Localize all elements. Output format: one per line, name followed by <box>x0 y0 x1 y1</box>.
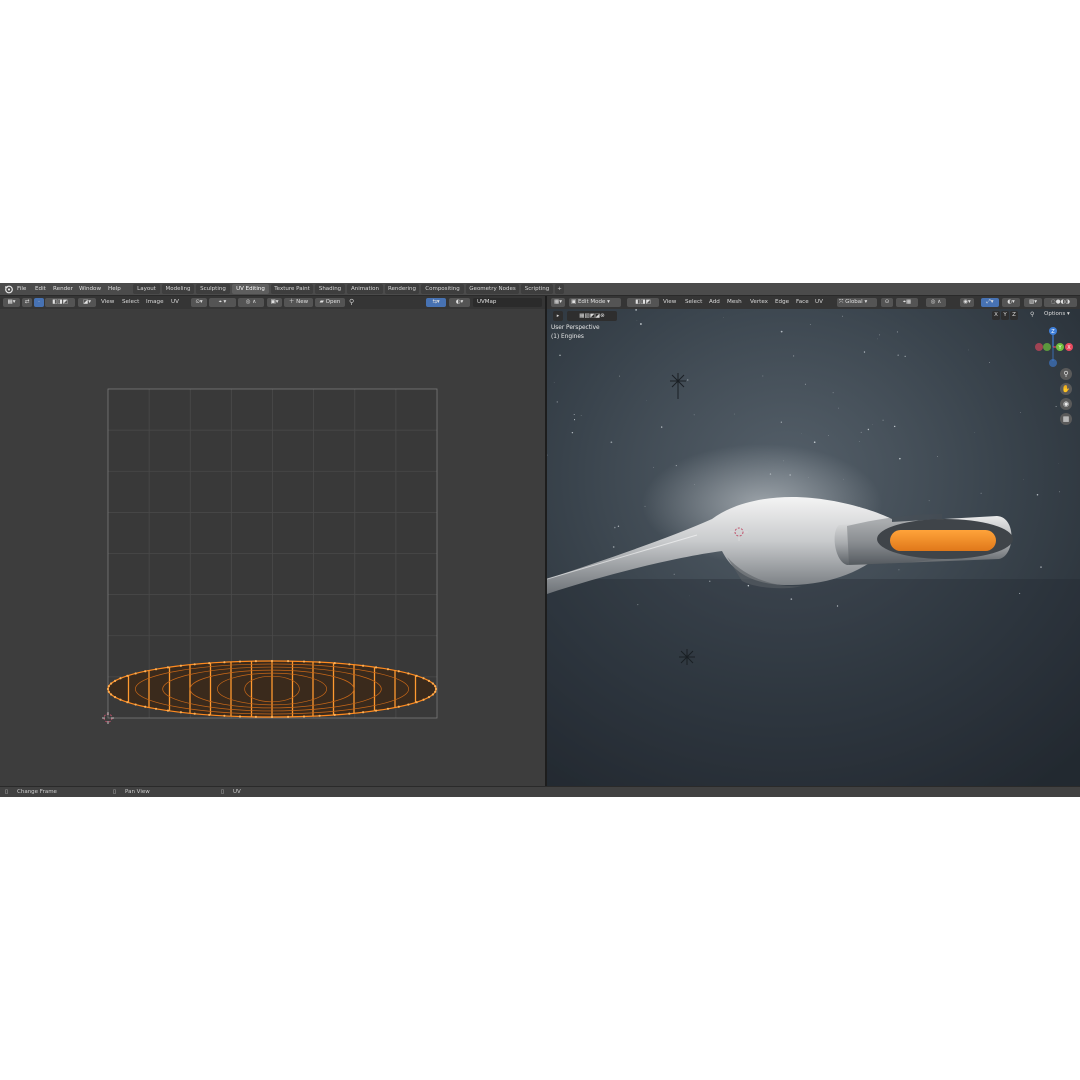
axis-x-toggle[interactable]: X <box>992 311 1000 320</box>
mouse-left-icon: ▯ <box>5 789 9 795</box>
open-image-label: Open <box>325 299 341 305</box>
options-dropdown[interactable]: Options ▾ <box>1044 311 1070 317</box>
tab-texture-paint[interactable]: Texture Paint <box>271 284 313 294</box>
uv-island-mesh <box>106 659 438 719</box>
visibility-icon[interactable]: ◉▾ <box>960 298 974 307</box>
uvmap-field[interactable]: UVMap <box>473 298 542 307</box>
uv-editor-header: ▦▾ ⇄ · ◧◨◩ ◪▾ View Select Image UV ⊙▾ ⌖ … <box>0 296 545 309</box>
vp-menu-uv[interactable]: UV <box>815 298 823 307</box>
proportional-edit-icon[interactable]: ◎ ∧ <box>238 298 264 307</box>
blender-logo-icon[interactable] <box>4 284 13 294</box>
options-label: Options <box>1044 311 1066 317</box>
tab-animation[interactable]: Animation <box>347 284 383 294</box>
mouse-middle-icon: ▯ <box>113 789 117 795</box>
mode-dropdown[interactable]: ▣ Edit Mode ▾ <box>569 298 621 307</box>
gizmo-toggle-icon[interactable]: ⤢▾ <box>981 298 999 307</box>
uv-menu-uv[interactable]: UV <box>171 298 179 307</box>
overlay-icon[interactable]: ◐▾ <box>449 298 470 307</box>
new-image-label: New <box>296 299 309 305</box>
image-browse-icon[interactable]: ▣▾ <box>267 298 282 307</box>
axis-lock-toggles[interactable]: X Y Z <box>992 311 1018 321</box>
status-pan-view: Pan View <box>125 789 150 795</box>
menu-help[interactable]: Help <box>108 284 121 294</box>
axis-y-toggle[interactable]: Y <box>1001 311 1009 320</box>
editor-type-icon[interactable]: ▦▾ <box>3 298 20 307</box>
camera-view-icon[interactable]: ◉ <box>1060 398 1072 410</box>
top-bar: File Edit Render Window Help Layout Mode… <box>0 283 1080 296</box>
sync-selection-icon[interactable]: ⇄ <box>22 298 32 307</box>
vertex-select-icon[interactable]: · <box>34 298 44 307</box>
transform-orientation-label: Global <box>845 299 863 305</box>
tab-uv-editing[interactable]: UV Editing <box>232 284 269 294</box>
3d-viewport[interactable]: Z X Y ▸ ▦▧◩◪⊗ X Y Z ⚲ Options ▾ User Per… <box>547 309 1080 786</box>
uv-menu-select[interactable]: Select <box>122 298 139 307</box>
proportional-editing-icon[interactable]: ◎ ∧ <box>926 298 946 307</box>
light-object-bottom <box>679 649 695 665</box>
viewport-zoom-icon[interactable]: ⚲ <box>1060 368 1072 380</box>
add-workspace-button[interactable]: + <box>555 284 564 294</box>
tab-compositing[interactable]: Compositing <box>421 284 464 294</box>
gizmo-x-label: X <box>1067 345 1071 351</box>
tab-shading[interactable]: Shading <box>315 284 345 294</box>
axis-z-toggle[interactable]: Z <box>1010 311 1018 320</box>
engine-face-selected <box>890 530 996 551</box>
shading-mode-icons[interactable]: ◌●◐◑ <box>1044 298 1077 307</box>
menu-file[interactable]: File <box>17 284 26 294</box>
menu-render[interactable]: Render <box>53 284 73 294</box>
pivot-icon[interactable]: ⊙▾ <box>191 298 207 307</box>
tab-rendering[interactable]: Rendering <box>385 284 419 294</box>
vp-menu-add[interactable]: Add <box>709 298 720 307</box>
new-image-button[interactable]: ＋ New <box>284 298 313 307</box>
tab-scripting[interactable]: Scripting <box>521 284 553 294</box>
status-uv: UV <box>233 789 241 795</box>
uv-menu-view[interactable]: View <box>101 298 114 307</box>
select-mode-icons[interactable]: ◧◨◩ <box>45 298 75 307</box>
tab-modeling[interactable]: Modeling <box>162 284 194 294</box>
tab-layout[interactable]: Layout <box>133 284 160 294</box>
toolbar-play-icon[interactable]: ▸ <box>553 311 563 321</box>
tab-sculpting[interactable]: Sculpting <box>196 284 230 294</box>
uv-menu-image[interactable]: Image <box>146 298 164 307</box>
pivot-point-icon[interactable]: ⊙ <box>881 298 893 307</box>
status-change-frame: Change Frame <box>17 789 57 795</box>
open-image-button[interactable]: ▰ Open <box>315 298 345 307</box>
overlays-icon[interactable]: ◐▾ <box>1002 298 1020 307</box>
viewport-view-name: User Perspective <box>551 325 600 331</box>
viewport-header: ▦▾ ▣ Edit Mode ▾ ◧◨◩ View Select Add Mes… <box>547 296 1080 309</box>
vp-menu-mesh[interactable]: Mesh <box>727 298 742 307</box>
viewport-object-name: (1) Engines <box>551 334 584 340</box>
mode-label: Edit Mode <box>577 299 606 305</box>
menu-window[interactable]: Window <box>79 284 101 294</box>
vp-menu-edge[interactable]: Edge <box>775 298 789 307</box>
uv-grid-canvas[interactable] <box>0 309 545 786</box>
uv-editor-area[interactable]: ● ▦◧◩ › ⚲ ✋ <box>0 309 545 786</box>
xray-icon[interactable]: ▧▾ <box>1024 298 1042 307</box>
viewport-pan-icon[interactable]: ✋ <box>1060 383 1072 395</box>
vp-menu-face[interactable]: Face <box>796 298 809 307</box>
mouse-right-icon: ▯ <box>221 789 225 795</box>
status-bar: ▯ Change Frame ▯ Pan View ▯ UV <box>0 786 1080 797</box>
mesh-select-mode-icons[interactable]: ◧◨◩ <box>627 298 659 307</box>
sticky-mode-icon[interactable]: ◪▾ <box>78 298 96 307</box>
gizmo-z-label: Z <box>1051 329 1055 335</box>
viewport-editor-type-icon[interactable]: ▦▾ <box>551 298 565 307</box>
snapping-icon[interactable]: ⌖▦ <box>896 298 918 307</box>
vp-menu-view[interactable]: View <box>663 298 676 307</box>
vp-menu-select[interactable]: Select <box>685 298 702 307</box>
perspective-toggle-icon[interactable]: ▦ <box>1060 413 1072 425</box>
transform-orientation-dropdown[interactable]: ⤧ Global ▾ <box>837 298 877 307</box>
menu-edit[interactable]: Edit <box>35 284 46 294</box>
blender-window: File Edit Render Window Help Layout Mode… <box>0 283 1080 797</box>
pin-icon[interactable]: ⚲ <box>349 298 354 306</box>
mirror-icon[interactable]: ⚲ <box>1030 311 1034 318</box>
snap-icon[interactable]: ⌖ ▾ <box>209 298 236 307</box>
viewport-scene[interactable]: Z X Y <box>547 309 1080 786</box>
tab-geometry-nodes[interactable]: Geometry Nodes <box>466 284 519 294</box>
vp-menu-vertex[interactable]: Vertex <box>750 298 768 307</box>
uv-sync-toggle-icon[interactable]: ⇆▾ <box>426 298 446 307</box>
viewport-tool-row[interactable]: ▦▧◩◪⊗ <box>567 311 617 321</box>
